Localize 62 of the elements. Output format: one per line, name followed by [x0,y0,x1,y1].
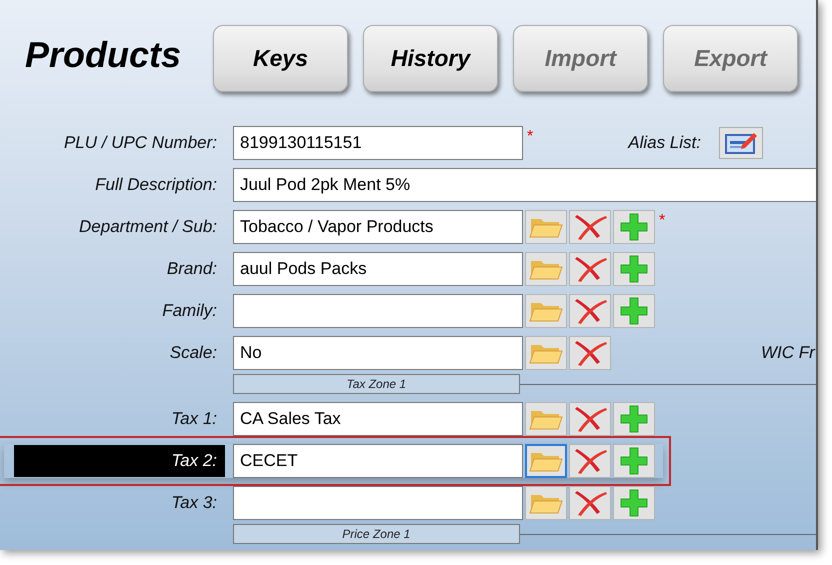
field-label: Tax 2: [14,445,225,477]
clear-button[interactable] [569,444,611,478]
field-label: Scale: [168,342,218,364]
text-field[interactable]: CECET [233,444,523,478]
folder-icon [529,450,563,472]
field-label: PLU / UPC Number: [62,132,218,154]
folder-icon [529,216,563,238]
plus-icon [619,254,649,284]
field-label: Family: [161,300,218,322]
clear-button[interactable] [569,294,611,328]
browse-button[interactable] [525,294,567,328]
plus-icon [619,212,649,242]
browse-button[interactable] [525,444,567,478]
text-field[interactable]: Juul Pod 2pk Ment 5% [233,168,816,202]
section-header: Price Zone 1 [233,524,520,544]
browse-button[interactable] [525,336,567,370]
page-title: Products [24,34,182,76]
text-field[interactable] [233,294,523,328]
alias-list-button[interactable] [718,127,763,159]
add-button[interactable] [613,486,655,520]
folder-icon [529,408,563,430]
toolbar-button[interactable]: Keys [213,25,348,92]
add-button[interactable] [613,444,655,478]
folder-icon [529,342,563,364]
add-button[interactable] [613,294,655,328]
plus-icon [619,446,649,476]
add-button[interactable] [613,252,655,286]
plus-icon [619,488,649,518]
folder-icon [529,300,563,322]
browse-button[interactable] [525,210,567,244]
browse-button[interactable] [525,252,567,286]
required-mark: * [527,128,534,146]
text-field[interactable]: 8199130115151 [233,126,523,160]
clear-button[interactable] [569,336,611,370]
clear-button[interactable] [569,486,611,520]
field-label: Brand: [166,258,218,280]
field-label: WIC Fr [761,343,815,363]
text-field[interactable]: auul Pods Packs [233,252,523,286]
plus-icon [619,404,649,434]
edit-list-icon [724,131,758,155]
field-label: Tax 3: [170,492,218,514]
alias-list-label: Alias List: [628,133,701,153]
field-label: Tax 1: [170,408,218,430]
text-field[interactable]: Tobacco / Vapor Products [233,210,523,244]
field-label: Full Description: [94,174,218,196]
clear-button[interactable] [569,252,611,286]
plus-icon [619,296,649,326]
field-label: Department / Sub: [78,216,218,238]
text-field[interactable] [233,486,523,520]
text-field[interactable]: CA Sales Tax [233,402,523,436]
required-mark: * [659,212,666,230]
clear-button[interactable] [569,402,611,436]
add-button[interactable] [613,210,655,244]
add-button[interactable] [613,402,655,436]
text-field[interactable]: No [233,336,523,370]
browse-button[interactable] [525,486,567,520]
section-header: Tax Zone 1 [233,374,520,394]
toolbar-button[interactable]: History [363,25,498,92]
folder-icon [529,492,563,514]
folder-icon [529,258,563,280]
browse-button[interactable] [525,402,567,436]
clear-button[interactable] [569,210,611,244]
